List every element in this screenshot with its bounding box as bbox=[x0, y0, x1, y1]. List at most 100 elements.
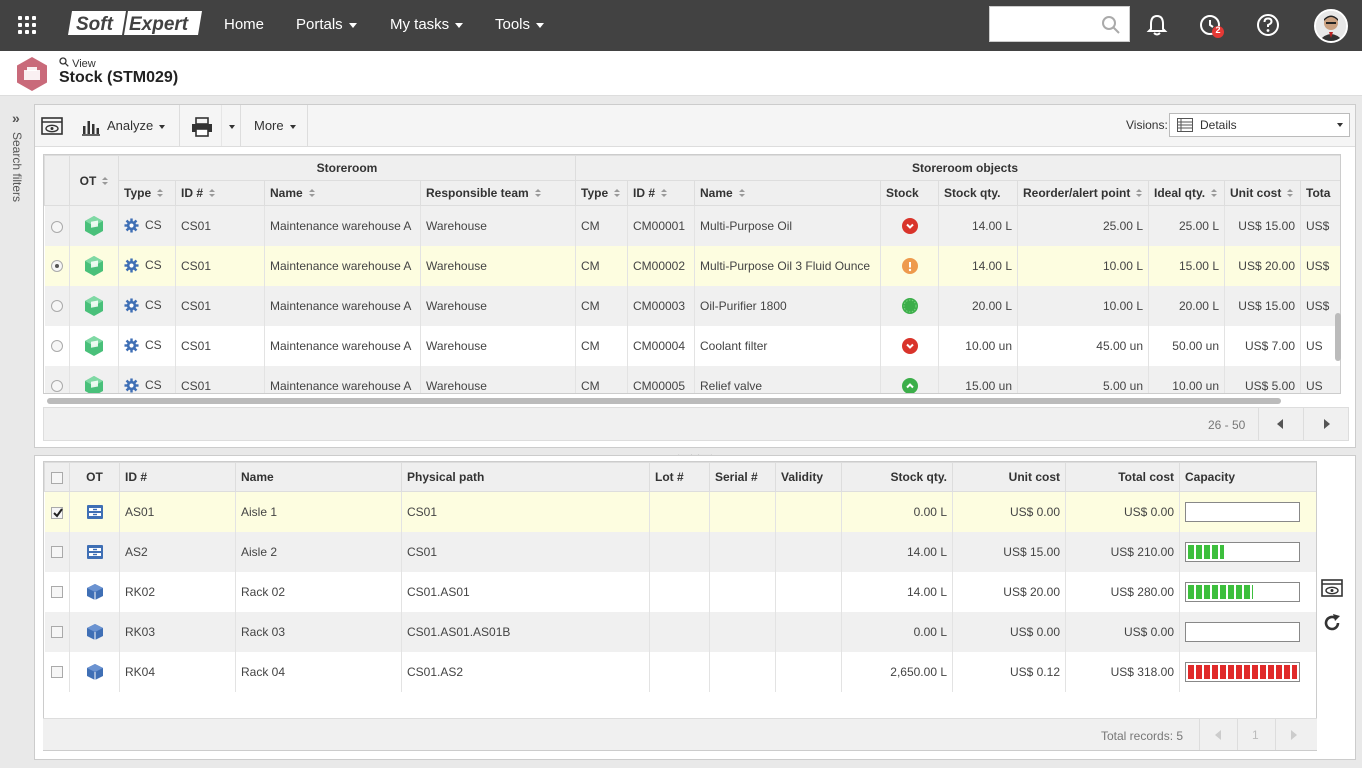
row-select-radio[interactable] bbox=[44, 325, 70, 366]
col-reorder-point[interactable]: Reorder/alert point bbox=[1017, 180, 1149, 206]
object-id-cell: CM00005 bbox=[627, 365, 695, 393]
col-name[interactable]: Name bbox=[235, 462, 402, 492]
location-id-cell: RK03 bbox=[119, 611, 236, 652]
col-stock-qty[interactable]: Stock qty. bbox=[841, 462, 953, 492]
col-storeroom-type[interactable]: Type bbox=[118, 180, 176, 206]
nav-my-tasks-label: My tasks bbox=[390, 16, 450, 33]
col-responsible-team[interactable]: Responsible team bbox=[420, 180, 576, 206]
print-button[interactable] bbox=[191, 105, 213, 146]
ideal-qty-cell: 20.00 L bbox=[1148, 285, 1225, 326]
grid-pager: 26 - 50 bbox=[43, 407, 1349, 441]
col-object-name[interactable]: Name bbox=[694, 180, 881, 206]
nav-portals[interactable]: Portals bbox=[296, 0, 357, 51]
page-number[interactable]: 1 bbox=[1237, 719, 1275, 750]
table-row[interactable]: CS CS01 Maintenance warehouse A Warehouse CM… bbox=[44, 365, 1340, 393]
location-id-cell: RK04 bbox=[119, 651, 236, 692]
previous-page-button[interactable] bbox=[1199, 719, 1237, 750]
chevron-down-icon bbox=[159, 124, 166, 129]
col-stock-qty[interactable]: Stock qty. bbox=[938, 180, 1018, 206]
apps-grid-icon[interactable] bbox=[18, 16, 38, 36]
nav-tools[interactable]: Tools bbox=[495, 0, 545, 51]
table-row[interactable]: AS2 Aisle 2 CS01 14.00 L US$ 15.00 US$ 210.00 bbox=[44, 531, 1316, 572]
previous-page-button[interactable] bbox=[1258, 408, 1302, 440]
storeroom-type-cell: CS bbox=[118, 245, 176, 286]
row-checkbox[interactable] bbox=[44, 611, 70, 652]
next-page-button[interactable] bbox=[1275, 719, 1313, 750]
object-type-cell: CM bbox=[575, 205, 628, 246]
expand-chevron-icon[interactable]: » bbox=[12, 110, 20, 126]
chevron-down-icon bbox=[455, 22, 464, 28]
row-checkbox[interactable] bbox=[44, 651, 70, 692]
table-row[interactable]: CS CS01 Maintenance warehouse A Warehouse CM… bbox=[44, 325, 1340, 366]
col-storeroom-id[interactable]: ID # bbox=[175, 180, 265, 206]
stock-qty-cell: 20.00 L bbox=[938, 285, 1018, 326]
view-record-button[interactable] bbox=[41, 105, 65, 146]
reorder-point-cell: 10.00 L bbox=[1017, 285, 1149, 326]
select-all-header[interactable] bbox=[44, 462, 70, 492]
col-id[interactable]: ID # bbox=[119, 462, 236, 492]
nav-my-tasks[interactable]: My tasks bbox=[390, 0, 464, 51]
table-row[interactable]: RK02 Rack 02 CS01.AS01 14.00 L US$ 20.00 US$ … bbox=[44, 571, 1316, 612]
vertical-scrollbar[interactable] bbox=[1335, 313, 1341, 361]
row-select-radio[interactable] bbox=[44, 205, 70, 246]
sort-icon bbox=[157, 189, 164, 198]
ot-header[interactable]: OT bbox=[69, 155, 119, 206]
col-total-cost[interactable]: Tota bbox=[1299, 180, 1340, 206]
row-select-radio[interactable] bbox=[44, 365, 70, 393]
col-unit-cost[interactable]: Unit cost bbox=[1224, 180, 1301, 206]
col-total-cost[interactable]: Total cost bbox=[1065, 462, 1180, 492]
col-ideal-qty[interactable]: Ideal qty. bbox=[1148, 180, 1225, 206]
storeroom-type-text: CS bbox=[145, 337, 162, 352]
softexpert-logo[interactable]: Soft Expert bbox=[68, 9, 202, 37]
magnifier-icon bbox=[59, 57, 69, 67]
col-lot[interactable]: Lot # bbox=[649, 462, 710, 492]
location-name-cell: Rack 03 bbox=[235, 611, 402, 652]
row-checkbox[interactable] bbox=[44, 491, 70, 532]
view-record-button[interactable] bbox=[1321, 578, 1343, 601]
user-avatar[interactable] bbox=[1314, 9, 1348, 43]
table-row[interactable]: RK03 Rack 03 CS01.AS01.AS01B 0.00 L US$ 0.00… bbox=[44, 611, 1316, 652]
table-row[interactable]: CS CS01 Maintenance warehouse A Warehouse CM… bbox=[44, 245, 1340, 286]
more-button[interactable]: More bbox=[254, 105, 296, 146]
sort-icon bbox=[102, 176, 109, 186]
row-checkbox[interactable] bbox=[44, 531, 70, 572]
search-filters-rail[interactable]: » Search filters bbox=[0, 96, 33, 768]
table-row[interactable]: CS CS01 Maintenance warehouse A Warehouse CM… bbox=[44, 285, 1340, 326]
help-icon[interactable] bbox=[1255, 12, 1281, 38]
print-options-dropdown[interactable] bbox=[223, 105, 239, 146]
col-unit-cost[interactable]: Unit cost bbox=[952, 462, 1066, 492]
table-row[interactable]: RK04 Rack 04 CS01.AS2 2,650.00 L US$ 0.12 US$… bbox=[44, 651, 1316, 692]
table-row[interactable]: CS CS01 Maintenance warehouse A Warehouse CM… bbox=[44, 205, 1340, 246]
refresh-button[interactable] bbox=[1322, 613, 1342, 636]
table-row[interactable]: AS01 Aisle 1 CS01 0.00 L US$ 0.00 US$ 0.00 bbox=[44, 491, 1316, 532]
col-serial[interactable]: Serial # bbox=[709, 462, 776, 492]
col-stock[interactable]: Stock bbox=[880, 180, 939, 206]
nav-home-label: Home bbox=[224, 16, 265, 33]
stock-qty-cell: 0.00 L bbox=[841, 611, 953, 652]
search-icon[interactable] bbox=[1101, 15, 1121, 35]
row-checkbox[interactable] bbox=[44, 571, 70, 612]
col-object-type[interactable]: Type bbox=[575, 180, 628, 206]
analyze-button[interactable]: Analyze bbox=[81, 105, 166, 146]
search-filters-label[interactable]: Search filters bbox=[10, 132, 24, 202]
search-input[interactable] bbox=[989, 6, 1130, 42]
col-stock-qty-label: Stock qty. bbox=[944, 186, 1001, 200]
view-window-icon bbox=[41, 117, 63, 135]
col-ot[interactable]: OT bbox=[69, 462, 120, 492]
col-object-id[interactable]: ID # bbox=[627, 180, 695, 206]
storeroom-objects-group-header: Storeroom objects bbox=[574, 155, 1340, 181]
row-select-radio[interactable] bbox=[44, 285, 70, 326]
row-select-radio[interactable] bbox=[44, 245, 70, 286]
rack-icon bbox=[69, 571, 120, 612]
col-validity[interactable]: Validity bbox=[775, 462, 842, 492]
tasks-clock-icon[interactable]: 2 bbox=[1198, 12, 1224, 38]
col-capacity[interactable]: Capacity bbox=[1179, 462, 1316, 492]
horizontal-scrollbar[interactable] bbox=[47, 398, 1281, 404]
col-physical-path[interactable]: Physical path bbox=[401, 462, 650, 492]
next-page-button[interactable] bbox=[1303, 408, 1347, 440]
visions-select[interactable]: Details bbox=[1169, 113, 1350, 137]
col-storeroom-name[interactable]: Name bbox=[264, 180, 421, 206]
bell-icon[interactable] bbox=[1144, 12, 1170, 38]
nav-home[interactable]: Home bbox=[224, 0, 264, 51]
select-all-checkbox[interactable] bbox=[51, 471, 63, 484]
